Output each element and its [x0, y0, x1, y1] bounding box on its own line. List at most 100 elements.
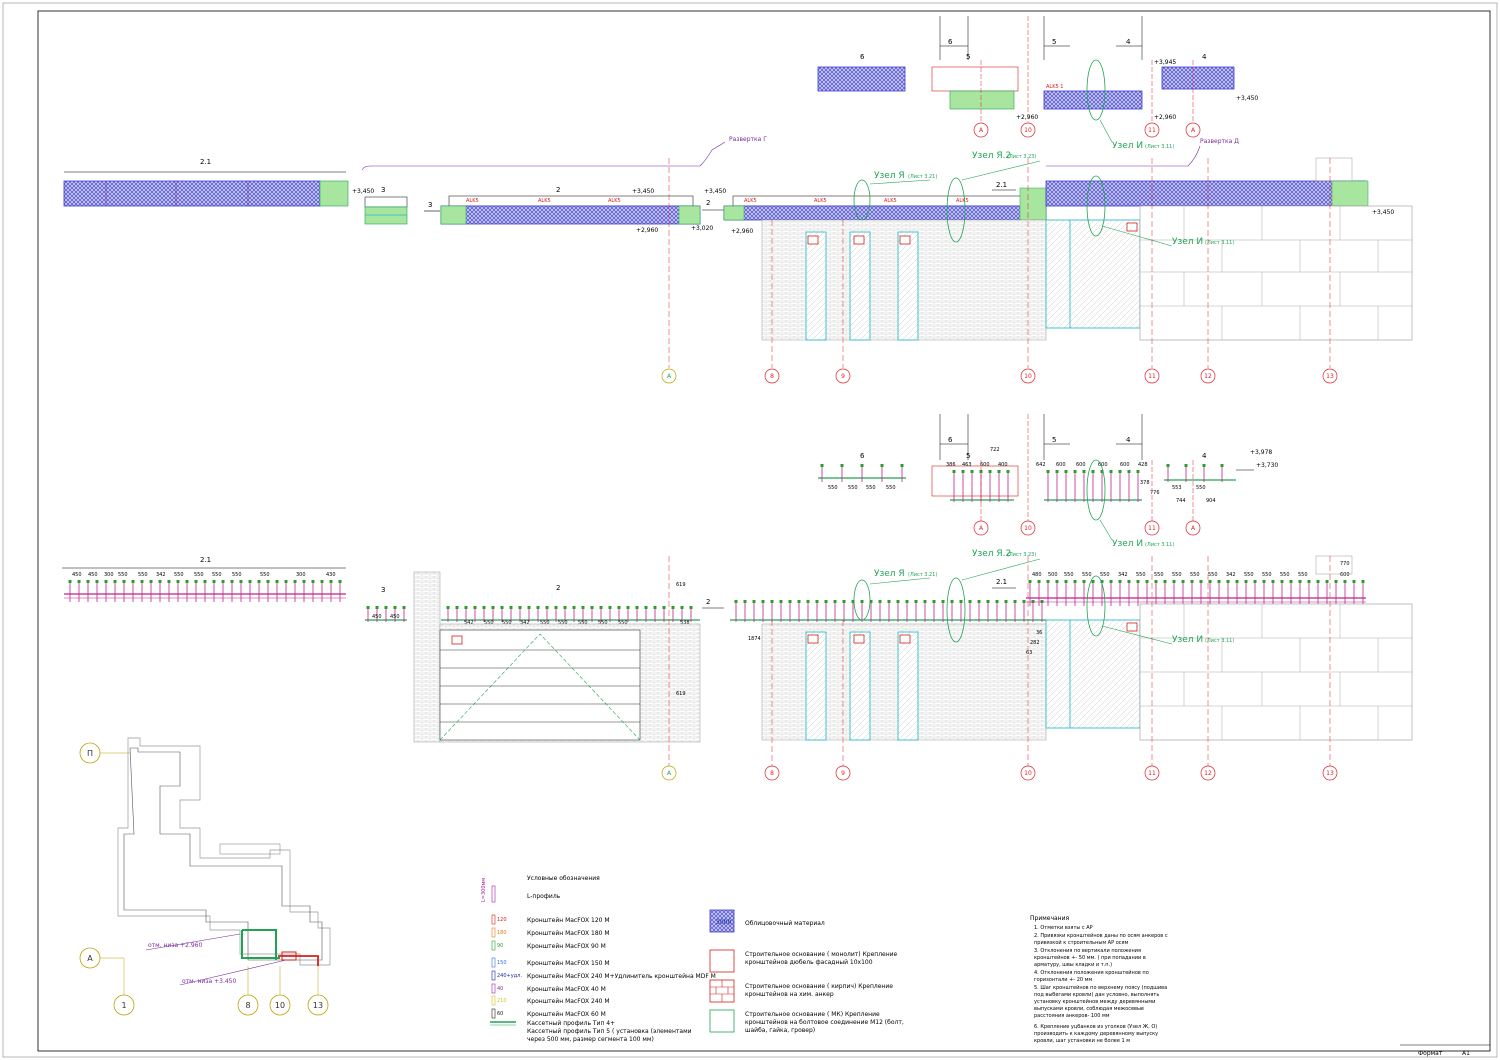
legend-cassette-3: через 500 мм, размер сегмента 100 мм) [527, 1036, 654, 1043]
bottom-view-label-5: 5 [966, 452, 970, 460]
bracket-anchor [518, 606, 522, 609]
bottom-dim-right: 342 [1118, 572, 1128, 578]
bracket-anchor [860, 600, 864, 603]
bottom-dim-5: 400 [998, 462, 1008, 468]
bottom-brackets-facade [734, 600, 1044, 622]
bracket-anchor [1253, 580, 1257, 583]
bottom-dim-5b: 600 [1120, 462, 1130, 468]
notes: Примечания 1. Отметки взяты с АР 2. Прив… [1030, 915, 1168, 1044]
bracket-anchor [1082, 580, 1086, 583]
bottom-dim-6: 550 [848, 485, 858, 491]
bracket-anchor [1022, 600, 1026, 603]
top-strip-5b [1043, 90, 1143, 110]
legend: Условные обозначения L=300мм L-профиль 1… [481, 875, 904, 1043]
bottom-axis-label: 9 [841, 770, 845, 777]
bracket-anchor [1166, 464, 1170, 467]
bracket-anchor [320, 580, 324, 583]
top-arrow-2-1: 2.1 [996, 181, 1007, 189]
bracket-anchor [788, 600, 792, 603]
bracket-anchor [840, 464, 844, 467]
bracket-anchor [257, 580, 261, 583]
top-callout-uzel-ya2: Узел Я.2 [972, 151, 1011, 161]
top-axis-label: 11 [1148, 373, 1156, 380]
bottom-view-label-2: 2 [556, 584, 560, 592]
bracket-anchor [1136, 470, 1140, 473]
bracket-anchor [536, 606, 540, 609]
top-alk5-6: ALK5 [884, 198, 897, 204]
bottom-view-label-6: 6 [860, 452, 865, 460]
bottom-view-label-4: 4 [1202, 452, 1207, 460]
bottom-dim-5b: 428 [1138, 462, 1148, 468]
legend-bracket-items: 120 Кронштейн MacFOX 120 М 180 Кронштейн… [491, 914, 716, 1019]
bottom-dim-722: 722 [990, 447, 1000, 453]
bracket-anchor [680, 606, 684, 609]
bracket-anchor [1145, 580, 1149, 583]
bracket-anchor [1046, 470, 1050, 473]
bracket-anchor [1004, 600, 1008, 603]
bracket-anchor [599, 606, 603, 609]
top-strip-2-1-end [319, 180, 349, 207]
notes-line: установку кронштейнов между деревянными [1034, 998, 1155, 1005]
top-small-axis-label: 11 [1148, 127, 1156, 134]
bracket-anchor [1325, 580, 1329, 583]
notes-line: 2. Привязки кронштейнов даны по осям анк… [1034, 932, 1168, 939]
top-callout-uzel-ya-ref: (Лист 3.21) [908, 174, 937, 180]
keyplan-bubble-1: 1 [121, 1001, 126, 1010]
bracket-anchor [932, 600, 936, 603]
bottom-callout-uzel-i: Узел И [1172, 635, 1203, 645]
bracket-anchor [122, 580, 126, 583]
drawing-sheet: Формат А1 2.1 +3,450 3 3 2 ALK5 ALK5 ALK… [2, 2, 1498, 1058]
bottom-view-label-2-1: 2.1 [200, 556, 211, 564]
top-alk5-3: ALK5 [608, 198, 621, 204]
legend-item-tag: 150 [497, 960, 507, 966]
top-callout-uzel-ya: Узел Я [874, 171, 905, 181]
bracket-anchor [1013, 600, 1017, 603]
bottom-arrow-2-1: 2.1 [996, 578, 1007, 586]
legend-base3-b: кронштейнов на болтовое соединение М12 (… [745, 1019, 904, 1026]
bracket-anchor [689, 606, 693, 609]
bottom-dir-4: 4 [1126, 436, 1131, 444]
bracket-anchor [275, 580, 279, 583]
notes-line: под выбегами кровли) дан условно, выполн… [1034, 992, 1159, 998]
bracket-anchor [1172, 580, 1176, 583]
stamp-format-value: А1 [1462, 1050, 1470, 1057]
bracket-anchor [1316, 580, 1320, 583]
bracket-anchor [1154, 580, 1158, 583]
legend-l-profile-tag: L=300мм [481, 878, 487, 902]
legend-item-label: Кронштейн MacFOX 180 М [527, 930, 610, 937]
bracket-anchor [158, 580, 162, 583]
bracket-anchor [626, 606, 630, 609]
bracket-anchor [988, 470, 992, 473]
bottom-dim-904: 904 [1206, 498, 1216, 504]
bottom-brackets-4 [1166, 464, 1224, 482]
bottom-dim-744: 744 [1176, 498, 1186, 504]
bracket-anchor [284, 580, 288, 583]
top-cmu-block-wall [1139, 205, 1413, 341]
notes-line: 4. Отклонения положения кронштейнов по [1034, 969, 1149, 976]
top-callout-uzel-i2-ref: (Лист 3.11) [1145, 144, 1174, 150]
bottom-dim-1874: 1874 [748, 636, 761, 642]
bottom-dim-770: 770 [1340, 561, 1350, 567]
bracket-anchor [779, 600, 783, 603]
bracket-anchor [203, 580, 207, 583]
bracket-anchor [1361, 580, 1365, 583]
bottom-dir-6: 6 [948, 436, 953, 444]
bottom-dims-2-1: 450 450 300 550 550 342 550 550 550 550 … [72, 572, 336, 578]
top-view-label-2: 2 [556, 186, 560, 194]
notes-title: Примечания [1030, 915, 1069, 922]
bracket-anchor [1040, 600, 1044, 603]
top-mark-2960-c: +2,960 [1016, 114, 1038, 121]
bottom-callout-uzel-ya: Узел Я [874, 569, 905, 579]
bottom-dim-4: 553 [1172, 485, 1182, 491]
bracket-anchor [986, 600, 990, 603]
bottom-dim-2-1: 430 [326, 572, 336, 578]
bracket-anchor [968, 600, 972, 603]
bottom-axis-label: 11 [1148, 770, 1156, 777]
bottom-dim-right: 550 [1064, 572, 1074, 578]
bracket-anchor [113, 580, 117, 583]
bracket-anchor [644, 606, 648, 609]
legend-base2-a: Строительное основание ( кирпич) Креплен… [745, 983, 893, 990]
legend-item-label: Кронштейн MacFOX 120 М [527, 917, 610, 924]
top-view-label-2-1: 2.1 [200, 158, 211, 166]
bracket-anchor [970, 470, 974, 473]
